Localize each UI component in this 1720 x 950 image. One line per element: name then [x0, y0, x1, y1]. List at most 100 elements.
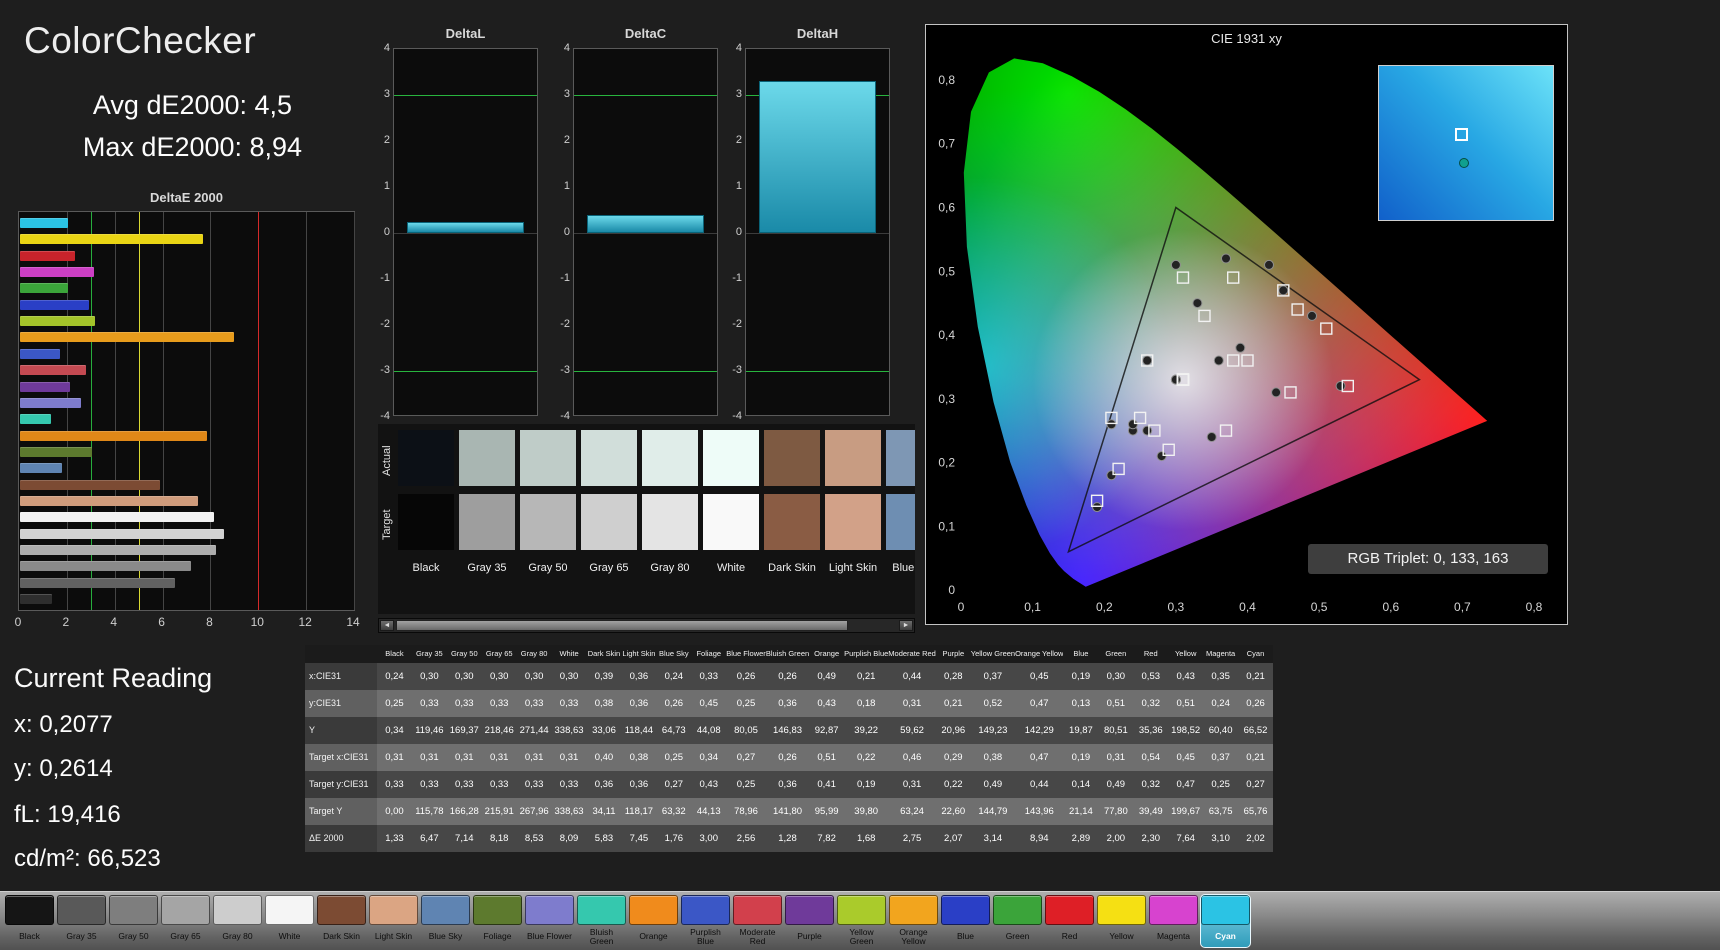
svg-text:0,6: 0,6 — [1382, 600, 1399, 614]
target-row-label: Target — [381, 509, 393, 541]
deltae-bar-orange-yellow — [20, 332, 234, 343]
patch-button-orange-yellow[interactable]: Orange Yellow — [889, 895, 938, 947]
table-cell: 144,79 — [970, 798, 1016, 825]
table-cell: 141,80 — [765, 798, 810, 825]
table-row-label: Target x:CIE31 — [305, 744, 377, 771]
patch-button-gray-65[interactable]: Gray 65 — [161, 895, 210, 947]
deltae-bar-purplish-blue — [20, 348, 61, 359]
patch-button-yellow-green[interactable]: Yellow Green — [837, 895, 886, 947]
measured-point-cyan — [1106, 419, 1117, 430]
table-cell: 22,60 — [935, 798, 971, 825]
patch-button-moderate-red[interactable]: Moderate Red — [733, 895, 782, 947]
patch-button-foliage[interactable]: Foliage — [473, 895, 522, 947]
reference-line — [746, 371, 889, 372]
scroll-left-button[interactable]: ◄ — [380, 620, 394, 631]
cie-title: CIE 1931 xy — [1211, 31, 1282, 46]
yellow-swatch — [1097, 895, 1146, 925]
y-axis-tick: -4 — [732, 410, 742, 422]
patch-button-label: Blue Flower — [527, 931, 572, 942]
table-cell: 1,76 — [656, 825, 692, 852]
patch-button-label: Cyan — [1215, 931, 1236, 942]
y-axis-tick: -4 — [560, 410, 570, 422]
patch-button-light-skin[interactable]: Light Skin — [369, 895, 418, 947]
patch-target-dark-skin — [764, 494, 820, 550]
reference-line — [394, 371, 537, 372]
patch-button-gray-80[interactable]: Gray 80 — [213, 895, 262, 947]
table-cell: 33,06 — [586, 717, 622, 744]
patch-button-yellow[interactable]: Yellow — [1097, 895, 1146, 947]
table-cell: 0,00 — [377, 798, 412, 825]
patch-button-black[interactable]: Black — [5, 895, 54, 947]
y-axis-tick: -4 — [380, 410, 390, 422]
table-row-label: ΔE 2000 — [305, 825, 377, 852]
patch-scrollbar[interactable]: ◄ ► — [378, 618, 915, 633]
table-header-gray-35: Gray 35 — [411, 645, 447, 663]
table-cell: 0,49 — [1098, 771, 1134, 798]
table-header-black: Black — [377, 645, 412, 663]
measured-point-light-skin — [1213, 355, 1224, 366]
patch-button-green[interactable]: Green — [993, 895, 1042, 947]
table-cell: 143,96 — [1015, 798, 1064, 825]
light-skin-swatch — [369, 895, 418, 925]
table-cell: 0,47 — [1168, 771, 1204, 798]
patch-button-purple[interactable]: Purple — [785, 895, 834, 947]
y-axis-tick: 1 — [563, 180, 570, 192]
scroll-right-button[interactable]: ► — [899, 620, 913, 631]
patch-button-dark-skin[interactable]: Dark Skin — [317, 895, 366, 947]
table-row-label: y:CIE31 — [305, 690, 377, 717]
measured-point-blue — [1092, 502, 1103, 513]
table-cell: 2,00 — [1098, 825, 1134, 852]
patch-button-label: Yellow Green — [849, 927, 874, 946]
table-header-magenta: Magenta — [1203, 645, 1239, 663]
table-cell: 0,33 — [411, 690, 447, 717]
patch-button-label: Light Skin — [374, 931, 413, 942]
patch-column-label: White — [716, 562, 746, 574]
measured-point-orange-yellow — [1278, 285, 1289, 296]
patch-button-blue-flower[interactable]: Blue Flower — [525, 895, 574, 947]
deltae-bar-blue-flower — [20, 397, 82, 408]
target-marker-icon — [1455, 128, 1468, 141]
table-cell: 2,56 — [726, 825, 766, 852]
patch-button-purplish-blue[interactable]: Purplish Blue — [681, 895, 730, 947]
table-cell: 0,53 — [1133, 663, 1169, 690]
x-axis-tick: 4 — [110, 615, 118, 629]
patch-button-white[interactable]: White — [265, 895, 314, 947]
deltae-bar-white — [20, 512, 214, 523]
current-reading-line: x: 0,2077 — [14, 711, 113, 738]
patch-button-blue[interactable]: Blue — [941, 895, 990, 947]
patch-button-orange[interactable]: Orange — [629, 895, 678, 947]
patch-button-label: Yellow — [1109, 931, 1134, 942]
y-axis-tick: 2 — [735, 134, 742, 146]
svg-text:0,5: 0,5 — [1311, 600, 1328, 614]
patch-button-label: Blue Sky — [428, 931, 463, 942]
blue-sky-swatch — [421, 895, 470, 925]
patch-button-label: Dark Skin — [323, 931, 360, 942]
patch-button-bluish-green[interactable]: Bluish Green — [577, 895, 626, 947]
patch-button-magenta[interactable]: Magenta — [1149, 895, 1198, 947]
table-header-blue: Blue — [1063, 645, 1099, 663]
table-cell: 39,80 — [844, 798, 889, 825]
table-cell: 0,24 — [377, 663, 412, 690]
patch-button-cyan[interactable]: Cyan — [1200, 894, 1251, 948]
patch-button-blue-sky[interactable]: Blue Sky — [421, 895, 470, 947]
table-cell: 0,51 — [1168, 690, 1204, 717]
patch-button-gray-50[interactable]: Gray 50 — [109, 895, 158, 947]
measurement-table: Black Gray 35 Gray 50 Gray 65 Gray 80 White Da… — [305, 645, 1273, 852]
deltae-bar-gray-80 — [20, 528, 225, 539]
scroll-thumb[interactable] — [396, 620, 848, 631]
table-cell: 95,99 — [809, 798, 845, 825]
table-header-yellow-green: Yellow Green — [970, 645, 1016, 663]
patch-target-light-skin — [825, 494, 881, 550]
table-cell: 0,34 — [691, 744, 727, 771]
table-header-moderate-red: Moderate Red — [888, 645, 936, 663]
measured-point-yellow-green — [1221, 253, 1231, 264]
table-cell: 0,25 — [377, 690, 412, 717]
orange-yellow-swatch — [889, 895, 938, 925]
patch-button-red[interactable]: Red — [1045, 895, 1094, 947]
table-cell: 0,33 — [377, 771, 412, 798]
table-cell: 0,43 — [809, 690, 845, 717]
blue-swatch — [941, 895, 990, 925]
patch-button-gray-35[interactable]: Gray 35 — [57, 895, 106, 947]
table-cell: 338,63 — [551, 717, 587, 744]
table-cell: 0,31 — [411, 744, 447, 771]
